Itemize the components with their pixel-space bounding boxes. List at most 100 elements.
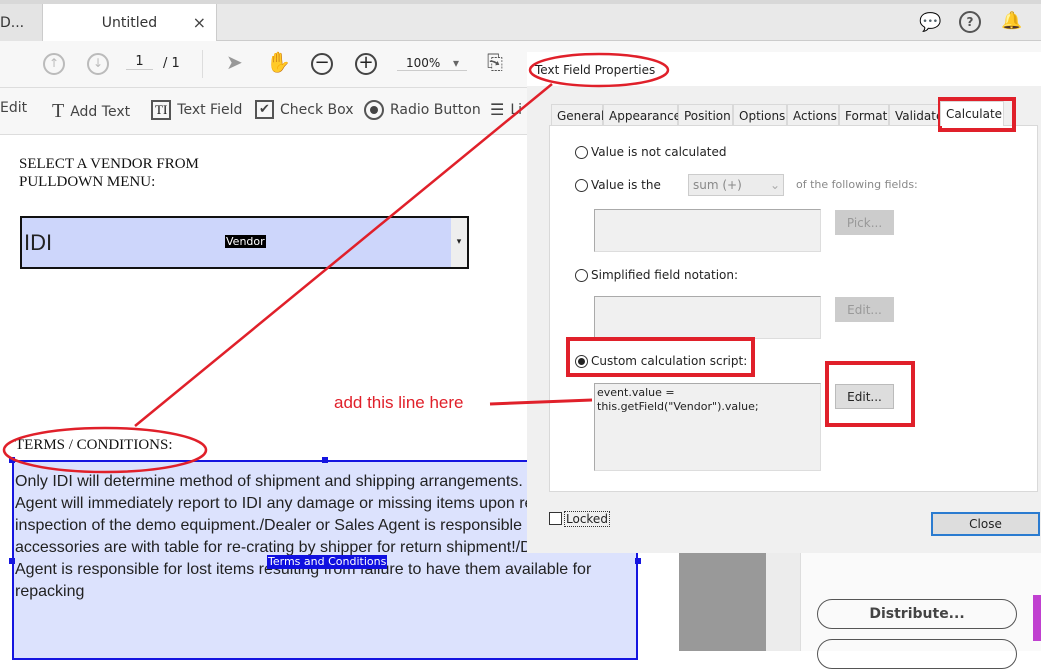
- of-fields-label: of the following fields:: [796, 178, 918, 191]
- tab-label: Untitled: [101, 14, 158, 31]
- radio-icon: [575, 145, 588, 159]
- chevron-down-icon: ▾: [452, 56, 459, 70]
- select-tool-icon[interactable]: ➤: [226, 50, 243, 74]
- tool-text-field[interactable]: TI Text Field: [151, 100, 242, 120]
- tool-label: Add Text: [70, 103, 131, 120]
- bell-icon[interactable]: 🔔: [1001, 11, 1022, 31]
- locked-checkbox[interactable]: [549, 512, 562, 525]
- edit-script-button[interactable]: Edit...: [835, 384, 894, 409]
- operation-value: sum (+): [693, 178, 742, 192]
- radio-not-calculated[interactable]: Value is not calculated: [575, 145, 727, 159]
- operation-select[interactable]: sum (+) ⌄: [688, 174, 784, 196]
- vendor-label: SELECT A VENDOR FROM PULLDOWN MENU:: [19, 155, 199, 191]
- radio-custom-script[interactable]: Custom calculation script:: [575, 354, 747, 368]
- vendor-dropdown[interactable]: IDI Vendor ▾: [20, 216, 469, 269]
- divider: [202, 50, 203, 78]
- radio-label: Value is the: [591, 178, 661, 192]
- list-box-icon: ☰: [490, 100, 505, 119]
- radio-label: Simplified field notation:: [591, 268, 739, 282]
- tab-appearance[interactable]: Appearance: [603, 104, 682, 126]
- text-field-icon: TI: [151, 100, 172, 120]
- next-page-icon[interactable]: ↓: [87, 53, 109, 75]
- page-number-input[interactable]: 1: [126, 54, 153, 70]
- tab-label: Options: [739, 108, 786, 123]
- radio-simplified[interactable]: Simplified field notation:: [575, 268, 738, 282]
- close-button[interactable]: Close: [931, 512, 1040, 536]
- checkbox-icon: ✔: [255, 100, 274, 119]
- resize-handle[interactable]: [9, 457, 15, 463]
- tab-label: Calculate: [946, 107, 1003, 121]
- fit-page-icon[interactable]: ⎘: [487, 50, 503, 74]
- terms-label: TERMS / CONDITIONS:: [15, 437, 173, 453]
- tab-label: Actions: [793, 108, 837, 123]
- simplified-edit-button[interactable]: Edit...: [835, 297, 894, 322]
- tool-check-box[interactable]: ✔ Check Box: [255, 100, 354, 119]
- label-line: PULLDOWN MENU:: [19, 174, 156, 190]
- page-total: / 1: [163, 56, 180, 71]
- dialog-title: Text Field Properties: [535, 63, 656, 77]
- resize-handle[interactable]: [9, 558, 15, 564]
- radio-value-is[interactable]: Value is the: [575, 178, 661, 192]
- tool-label: Edit: [0, 100, 28, 116]
- vendor-value: IDI: [24, 230, 53, 255]
- label-line: SELECT A VENDOR FROM: [19, 156, 199, 172]
- radio-icon: [575, 178, 588, 192]
- script-line: this.getField("Vendor").value;: [597, 400, 759, 413]
- tool-label: Text Field: [177, 102, 243, 118]
- panel-border: [766, 553, 801, 651]
- tab-label: Appearance: [609, 108, 682, 123]
- zoom-select[interactable]: 100% ▾: [397, 56, 467, 71]
- comment-icon[interactable]: 💬: [919, 12, 941, 33]
- chevron-down-icon: ⌄: [769, 178, 780, 192]
- tab-other[interactable]: D...: [0, 4, 43, 41]
- pick-button[interactable]: Pick...: [835, 210, 894, 235]
- accent-bar: [1033, 595, 1041, 641]
- tab-format[interactable]: Format: [839, 104, 889, 126]
- text-icon: T: [52, 100, 65, 122]
- simplified-notation-box[interactable]: [594, 296, 821, 339]
- tracker-button[interactable]: [817, 639, 1017, 669]
- tool-radio-button[interactable]: Radio Button: [364, 100, 481, 120]
- zoom-in-icon[interactable]: +: [355, 53, 377, 75]
- tool-label: Li: [510, 101, 523, 118]
- radio-label: Custom calculation script:: [591, 354, 748, 368]
- close-tab-icon[interactable]: ×: [193, 13, 206, 32]
- tab-label: D...: [0, 14, 25, 31]
- locked-label[interactable]: Locked: [564, 511, 610, 527]
- radio-label: Value is not calculated: [591, 145, 727, 159]
- tab-options[interactable]: Options: [733, 104, 787, 126]
- tab-actions[interactable]: Actions: [787, 104, 839, 126]
- radio-icon: [575, 268, 588, 282]
- canvas-gutter: [679, 553, 766, 651]
- radio-icon: [364, 100, 384, 120]
- dropdown-arrow-icon[interactable]: ▾: [451, 218, 467, 267]
- tool-label: Check Box: [280, 101, 354, 118]
- tab-validate[interactable]: Validate: [889, 104, 944, 126]
- help-icon[interactable]: ?: [959, 11, 981, 33]
- tab-label: Format: [845, 108, 888, 123]
- tab-label: Position: [684, 108, 731, 123]
- zoom-out-icon[interactable]: −: [311, 53, 333, 75]
- hand-tool-icon[interactable]: ✋: [266, 50, 291, 74]
- tool-add-text[interactable]: T Add Text: [52, 100, 130, 123]
- distribute-button[interactable]: Distribute...: [817, 599, 1017, 629]
- tab-untitled[interactable]: Untitled ×: [43, 4, 217, 41]
- tool-list-box[interactable]: ☰ Li: [490, 100, 522, 119]
- tool-edit[interactable]: Edit: [0, 100, 27, 116]
- tab-calculate[interactable]: Calculate: [940, 101, 1004, 126]
- annotation-text: add this line here: [334, 393, 464, 412]
- resize-handle[interactable]: [322, 457, 328, 463]
- fields-list[interactable]: [594, 209, 821, 252]
- field-name-tag: Terms and Conditions: [267, 555, 388, 569]
- custom-script-box[interactable]: event.value = this.getField("Vendor").val…: [594, 383, 821, 471]
- field-name-tag: Vendor: [225, 235, 266, 248]
- zoom-value: 100%: [406, 56, 441, 70]
- script-line: event.value =: [597, 386, 675, 399]
- radio-selected-icon: [575, 354, 588, 368]
- resize-handle[interactable]: [635, 558, 641, 564]
- tab-label: Validate: [895, 108, 944, 123]
- tool-label: Radio Button: [390, 102, 481, 118]
- tab-position[interactable]: Position: [678, 104, 733, 126]
- prev-page-icon[interactable]: ↑: [43, 53, 65, 75]
- tab-general[interactable]: General: [551, 104, 604, 126]
